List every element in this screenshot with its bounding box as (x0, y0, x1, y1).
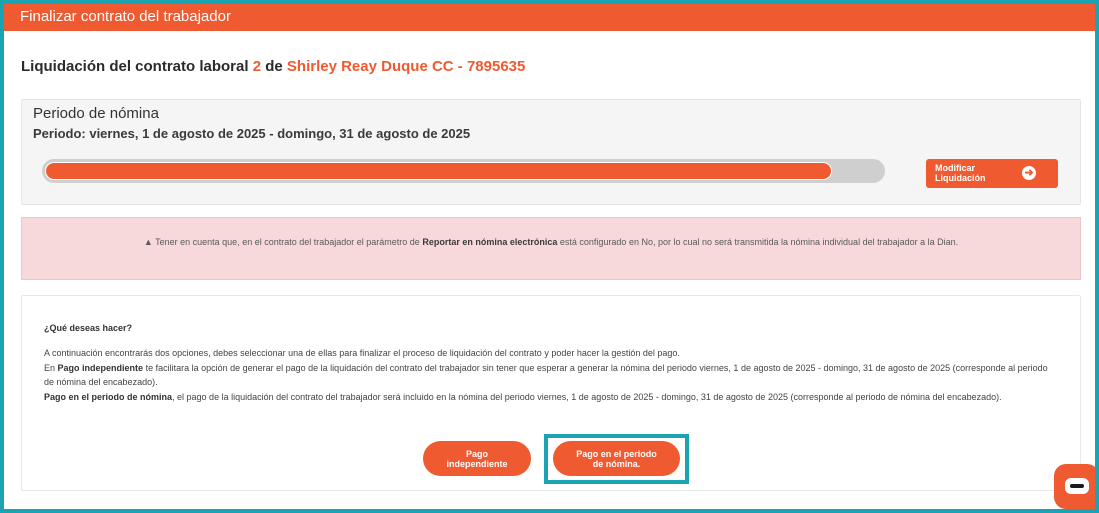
action-panel: ¿Qué deseas hacer? A continuación encont… (21, 295, 1081, 491)
period-description: Pago en el periodo de nómina, el pago de… (44, 390, 1059, 405)
question-heading: ¿Qué deseas hacer? (44, 323, 133, 333)
contract-prefix: Liquidación del contrato laboral (21, 58, 249, 75)
period-btn-label-2: de nómina. (592, 458, 641, 469)
period-text: , el pago de la liquidación del contrato… (172, 391, 1002, 402)
arrow-right-circle-icon: ➜ (1022, 166, 1036, 180)
contract-number: 2 (252, 58, 262, 75)
payroll-period-panel: Periodo de nómina Periodo: viernes, 1 de… (21, 99, 1081, 205)
modal-title: Finalizar contrato del trabajador (20, 8, 231, 25)
period-title: Periodo de nómina (33, 105, 159, 122)
modify-liquidation-button[interactable]: Modificar Liquidación ➜ (926, 159, 1058, 188)
instructions: A continuación encontrarás dos opciones,… (44, 346, 1059, 404)
alert-text-before: Tener en cuenta que, en el contrato del … (155, 237, 420, 247)
contract-title: Liquidación del contrato laboral 2 de Sh… (21, 58, 525, 75)
alert-bold: Reportar en nómina electrónica (422, 237, 558, 247)
period-payment-button[interactable]: Pago en el periodo de nómina. (553, 441, 680, 476)
period-btn-label-1: Pago en el periodo (576, 448, 657, 459)
independent-prefix: En (44, 362, 56, 373)
employee-name: Shirley Reay Duque CC - 7895635 (286, 58, 526, 75)
period-bold: Pago en el periodo de nómina (44, 391, 173, 402)
independent-btn-label-1: Pago (465, 448, 488, 459)
progress-fill (45, 162, 832, 180)
chat-bubble-icon (1065, 478, 1089, 494)
independent-text: te facilitara la opción de generar el pa… (44, 362, 1048, 388)
modal-frame: Finalizar contrato del trabajador Liquid… (0, 0, 1099, 513)
contract-of: de (265, 58, 283, 75)
period-range: Periodo: viernes, 1 de agosto de 2025 - … (33, 126, 471, 141)
independent-description: En Pago independiente te facilitara la o… (44, 361, 1059, 390)
intro-text: A continuación encontrarás dos opciones,… (44, 348, 680, 358)
modify-button-label-1: Modificar (935, 163, 976, 173)
alert-text-after: está configurado en No, por lo cual no s… (559, 237, 959, 247)
modal-header: Finalizar contrato del trabajador (4, 4, 1095, 31)
independent-bold: Pago independiente (57, 362, 144, 373)
independent-btn-label-2: independiente (446, 458, 508, 469)
chat-button[interactable] (1054, 464, 1095, 509)
warning-triangle-icon: ▲ (143, 237, 153, 247)
alert-box: ▲ Tener en cuenta que, en el contrato de… (21, 217, 1081, 280)
progress-bar (42, 159, 885, 183)
independent-payment-button[interactable]: Pago independiente (423, 441, 531, 476)
modify-button-label-2: Liquidación (935, 173, 986, 183)
